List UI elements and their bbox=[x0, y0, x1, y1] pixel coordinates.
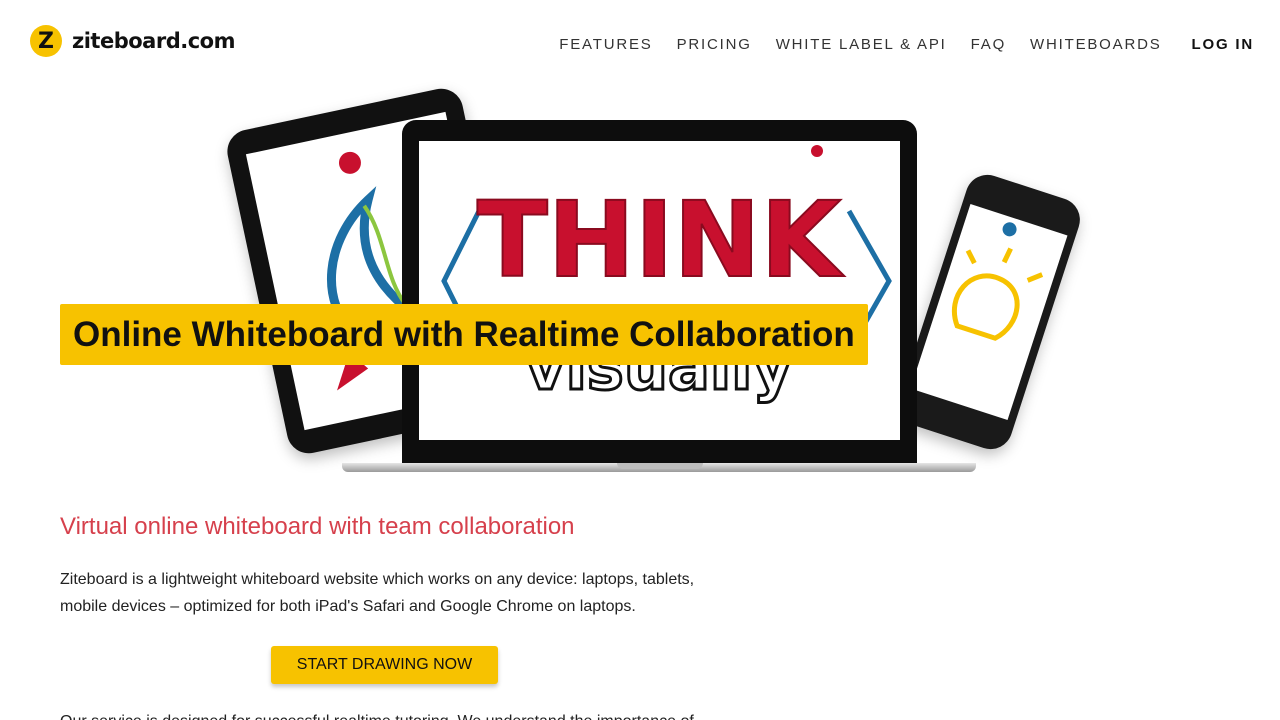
lightbulb-sketch bbox=[951, 273, 1020, 341]
hero-section: THINK visually Online Whiteboard with Re… bbox=[0, 84, 1280, 476]
hero-title: Online Whiteboard with Realtime Collabor… bbox=[60, 304, 868, 366]
logo-text: ziteboard.com bbox=[72, 29, 235, 53]
nav-faq[interactable]: FAQ bbox=[971, 36, 1006, 53]
nav-whiteboards[interactable]: WHITEBOARDS bbox=[1030, 36, 1161, 53]
laptop-notch-image bbox=[617, 463, 703, 469]
think-sketch-text: THINK bbox=[477, 179, 845, 301]
nav-pricing[interactable]: PRICING bbox=[677, 36, 752, 53]
section-subheading: Virtual online whiteboard with team coll… bbox=[60, 513, 575, 540]
intro-paragraph: Ziteboard is a lightweight whiteboard we… bbox=[60, 571, 695, 615]
logo-badge: Z bbox=[30, 25, 62, 57]
lightbulb-drawing-image bbox=[951, 222, 1044, 341]
laptop-pen-tool-icon bbox=[811, 145, 823, 157]
laptop-screen: THINK visually bbox=[419, 141, 900, 440]
phone-device-image bbox=[892, 169, 1086, 455]
site-header: Z ziteboard.com FEATURES PRICING WHITE L… bbox=[0, 0, 1280, 86]
login-link[interactable]: LOG IN bbox=[1192, 36, 1254, 53]
nav-white-label-api[interactable]: WHITE LABEL & API bbox=[776, 36, 947, 53]
nav-features[interactable]: FEATURES bbox=[559, 36, 652, 53]
pen-tool-icon bbox=[338, 151, 361, 174]
site-logo[interactable]: Z ziteboard.com bbox=[30, 25, 235, 57]
main-nav: FEATURES PRICING WHITE LABEL & API FAQ W… bbox=[535, 36, 1254, 53]
phone-screen bbox=[910, 203, 1068, 421]
phone-pen-tool-icon bbox=[1002, 222, 1017, 237]
laptop-device-image: THINK visually bbox=[402, 120, 917, 465]
service-paragraph: Our service is designed for successful r… bbox=[60, 708, 720, 720]
think-visually-drawing: THINK visually bbox=[441, 145, 892, 406]
start-drawing-button[interactable]: START DRAWING NOW bbox=[271, 646, 498, 684]
